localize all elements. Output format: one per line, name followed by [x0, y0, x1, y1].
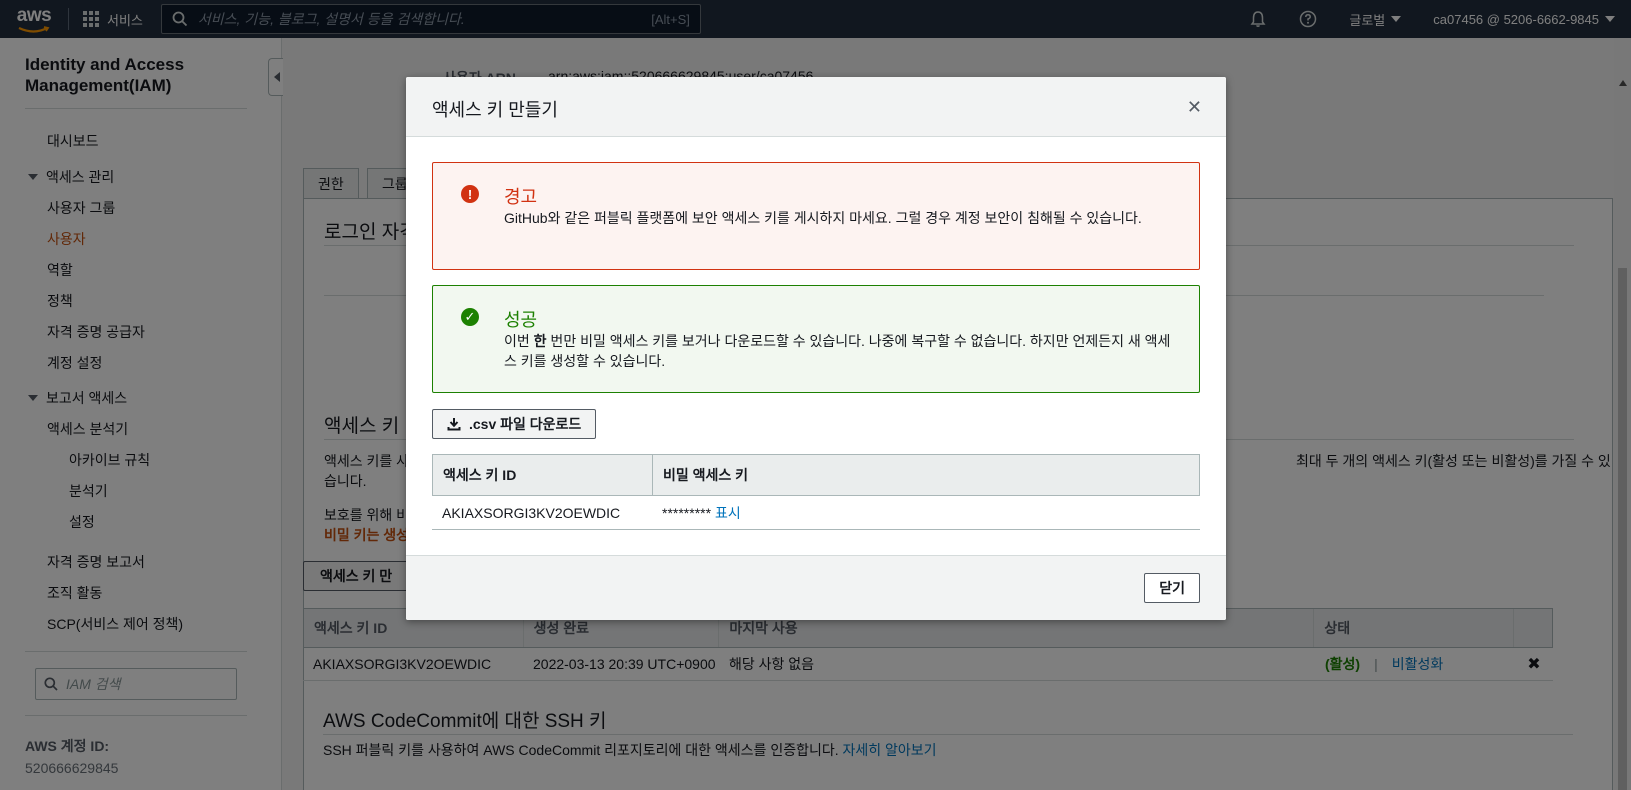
- create-access-key-dialog: 액세스 키 만들기 ✕ ! 경고 GitHub와 같은 퍼블릭 플랫폼에 보안 …: [406, 77, 1226, 620]
- dialog-title: 액세스 키 만들기: [432, 100, 558, 120]
- success-alert: ✓ 성공 이번 한 번만 비밀 액세스 키를 보거나 다운로드할 수 있습니다.…: [432, 285, 1200, 393]
- close-button[interactable]: 닫기: [1144, 573, 1200, 603]
- table-header: 액세스 키 ID 비밀 액세스 키: [432, 454, 1200, 496]
- new-key-table: 액세스 키 ID 비밀 액세스 키 AKIAXSORGI3KV2OEWDIC *…: [432, 454, 1200, 530]
- download-csv-label: .csv 파일 다운로드: [469, 416, 582, 432]
- success-body: 이번 한 번만 비밀 액세스 키를 보거나 다운로드할 수 있습니다. 나중에 …: [504, 331, 1174, 371]
- success-emphasis: 한: [533, 333, 547, 349]
- warning-alert: ! 경고 GitHub와 같은 퍼블릭 플랫폼에 보안 액세스 키를 게시하지 …: [432, 162, 1200, 270]
- close-icon[interactable]: ✕: [1187, 97, 1202, 118]
- success-text: 이번: [504, 333, 534, 349]
- success-text: 번만 비밀 액세스 키를 보거나 다운로드할 수 있습니다. 나중에 복구할 수…: [504, 333, 1171, 369]
- download-icon: [447, 418, 461, 431]
- secret-cell: ********* 표시: [652, 503, 741, 523]
- table-row: AKIAXSORGI3KV2OEWDIC ********* 표시: [432, 496, 1200, 530]
- secret-masked: *********: [662, 504, 712, 521]
- download-csv-button[interactable]: .csv 파일 다운로드: [432, 409, 597, 439]
- key-id-cell: AKIAXSORGI3KV2OEWDIC: [442, 504, 621, 521]
- warning-body: GitHub와 같은 퍼블릭 플랫폼에 보안 액세스 키를 게시하지 마세요. …: [504, 210, 1142, 226]
- error-icon: !: [461, 185, 479, 203]
- column-header-key-id: 액세스 키 ID: [433, 455, 653, 495]
- show-secret-link[interactable]: 표시: [715, 505, 741, 521]
- dialog-footer: 닫기: [406, 555, 1226, 620]
- warning-title: 경고: [504, 187, 538, 207]
- check-circle-icon: ✓: [461, 308, 479, 326]
- success-title: 성공: [504, 310, 538, 330]
- dialog-header: 액세스 키 만들기 ✕: [406, 77, 1226, 137]
- column-header-secret: 비밀 액세스 키: [663, 467, 749, 483]
